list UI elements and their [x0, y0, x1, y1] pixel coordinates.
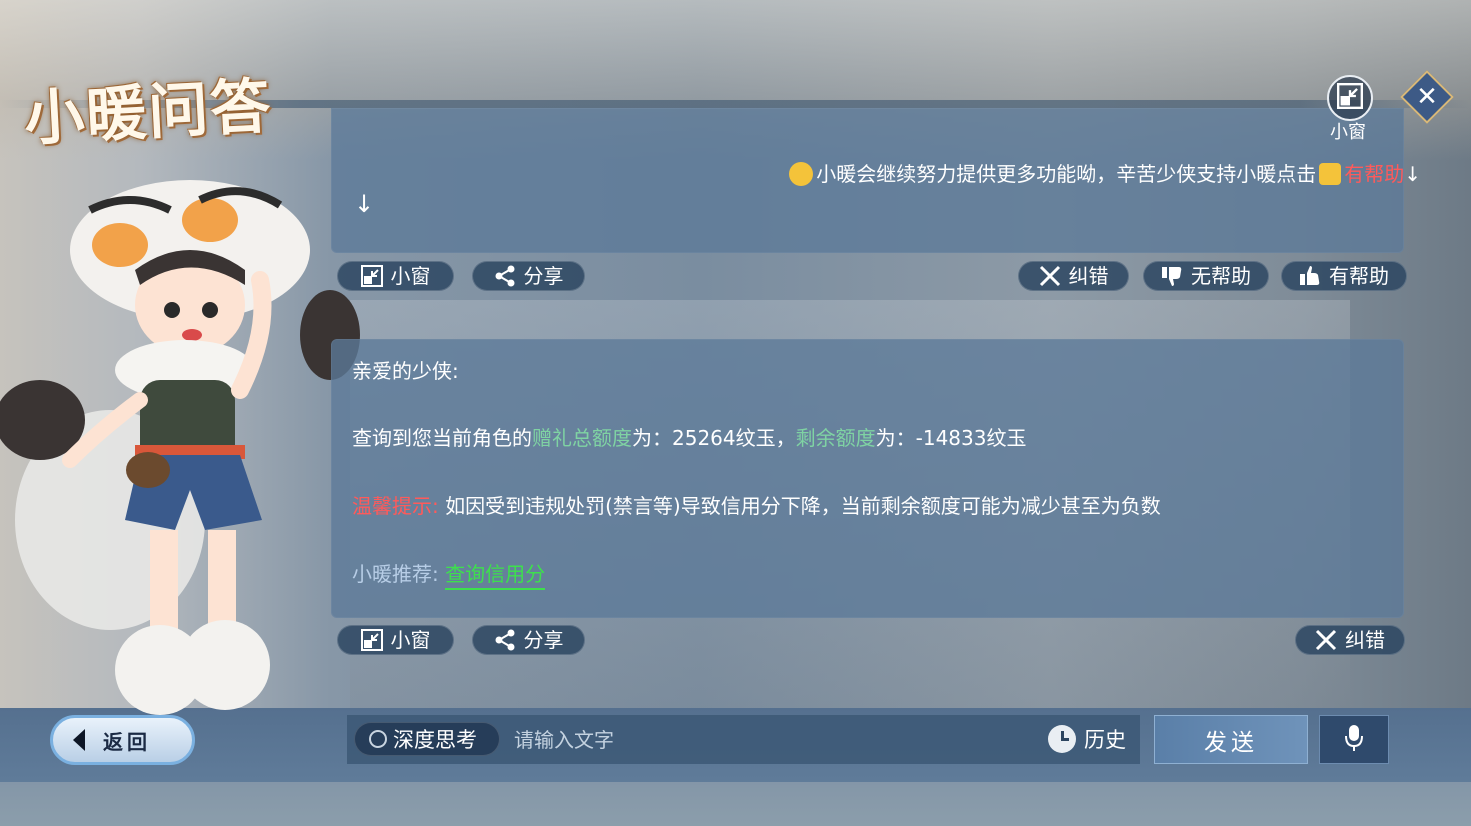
tip-label: 温馨提示: — [352, 494, 439, 518]
mini-window-label: 小窗 — [390, 264, 431, 288]
share-button-2[interactable]: 分享 — [472, 625, 585, 655]
share-label: 分享 — [523, 628, 564, 652]
history-button[interactable]: 历史 — [1048, 722, 1126, 756]
back-label: 返回 — [103, 729, 151, 754]
thumbs-down-icon — [1161, 265, 1183, 287]
not-helpful-button[interactable]: 无帮助 — [1143, 261, 1269, 291]
tip-line: 温馨提示: 如因受到违规处罚(禁言等)导致信用分下降，当前剩余额度可能为减少甚至… — [352, 490, 1161, 519]
quota-line: 查询到您当前角色的赠礼总额度为：25264纹玉，剩余额度为：-14833纹玉 — [352, 422, 1026, 451]
share-button-1[interactable]: 分享 — [472, 261, 585, 291]
mascot-illustration — [0, 180, 360, 715]
remaining-quota-label: 剩余额度 — [795, 426, 876, 450]
remaining-quota-value: 为：-14833纹玉 — [875, 426, 1027, 450]
down-arrow: ↓ — [1404, 162, 1421, 186]
history-label: 历史 — [1084, 728, 1126, 752]
recommend-label: 小暖推荐: — [352, 562, 439, 586]
query-prefix: 查询到您当前角色的 — [352, 426, 532, 450]
send-button[interactable]: 发送 — [1154, 715, 1308, 764]
helpful-label: 有帮助 — [1329, 264, 1389, 288]
message1-text: 小暖会继续努力提供更多功能呦，辛苦少侠支持小暖点击 有帮助↓ — [789, 158, 1421, 187]
message1-body: 小暖会继续努力提供更多功能呦，辛苦少侠支持小暖点击 — [816, 162, 1317, 186]
voice-input-button[interactable] — [1319, 715, 1389, 764]
correct-label: 纠错 — [1345, 628, 1385, 652]
back-button[interactable]: 返回 — [50, 715, 195, 765]
greeting: 亲爱的少侠: — [352, 359, 459, 383]
share-icon — [494, 629, 516, 651]
app-title: 小暖问答 — [22, 71, 274, 155]
radio-icon[interactable] — [369, 730, 387, 748]
helpful-button[interactable]: 有帮助 — [1281, 261, 1407, 291]
message1-highlight: 有帮助 — [1344, 162, 1405, 186]
credit-score-link[interactable]: 查询信用分 — [445, 562, 546, 590]
mini-window-toggle-button[interactable] — [1327, 75, 1373, 121]
mini-window-toggle-label: 小窗 — [1330, 122, 1366, 143]
back-arrow-icon — [73, 729, 85, 751]
thumbs-up-icon — [1319, 163, 1342, 185]
thumbs-up-icon — [1299, 265, 1321, 287]
x-icon — [1315, 629, 1337, 651]
bottom-shade — [0, 782, 1471, 826]
mini-window-button-1[interactable]: 小窗 — [337, 261, 454, 291]
correct-button-2[interactable]: 纠错 — [1295, 625, 1405, 655]
correct-label: 纠错 — [1068, 264, 1109, 288]
share-icon — [494, 265, 516, 287]
not-helpful-label: 无帮助 — [1191, 264, 1251, 288]
mini-window-button-2[interactable]: 小窗 — [337, 625, 454, 655]
share-label: 分享 — [523, 264, 564, 288]
mini-window-icon — [360, 265, 383, 287]
deep-think-label: 深度思考 — [393, 728, 477, 752]
mini-window-icon — [1337, 83, 1363, 113]
close-icon[interactable]: ✕ — [1408, 78, 1446, 116]
down-arrow-2: ↓ — [354, 190, 375, 218]
recommend-line: 小暖推荐: 查询信用分 — [352, 558, 546, 590]
microphone-icon — [1344, 724, 1364, 756]
mini-window-label: 小窗 — [390, 628, 431, 652]
clock-icon — [1048, 725, 1076, 753]
tip-text: 如因受到违规处罚(禁言等)导致信用分下降，当前剩余额度可能为减少甚至为负数 — [445, 494, 1161, 518]
deep-think-toggle[interactable]: 深度思考 — [354, 722, 500, 756]
total-quota-label: 赠礼总额度 — [532, 426, 632, 450]
total-quota-value: 为：25264纹玉， — [632, 426, 796, 450]
smiley-icon — [789, 162, 814, 186]
message-input[interactable] — [512, 722, 1036, 758]
mini-window-icon — [360, 629, 383, 651]
correct-button-1[interactable]: 纠错 — [1018, 261, 1129, 291]
x-icon — [1039, 265, 1061, 287]
